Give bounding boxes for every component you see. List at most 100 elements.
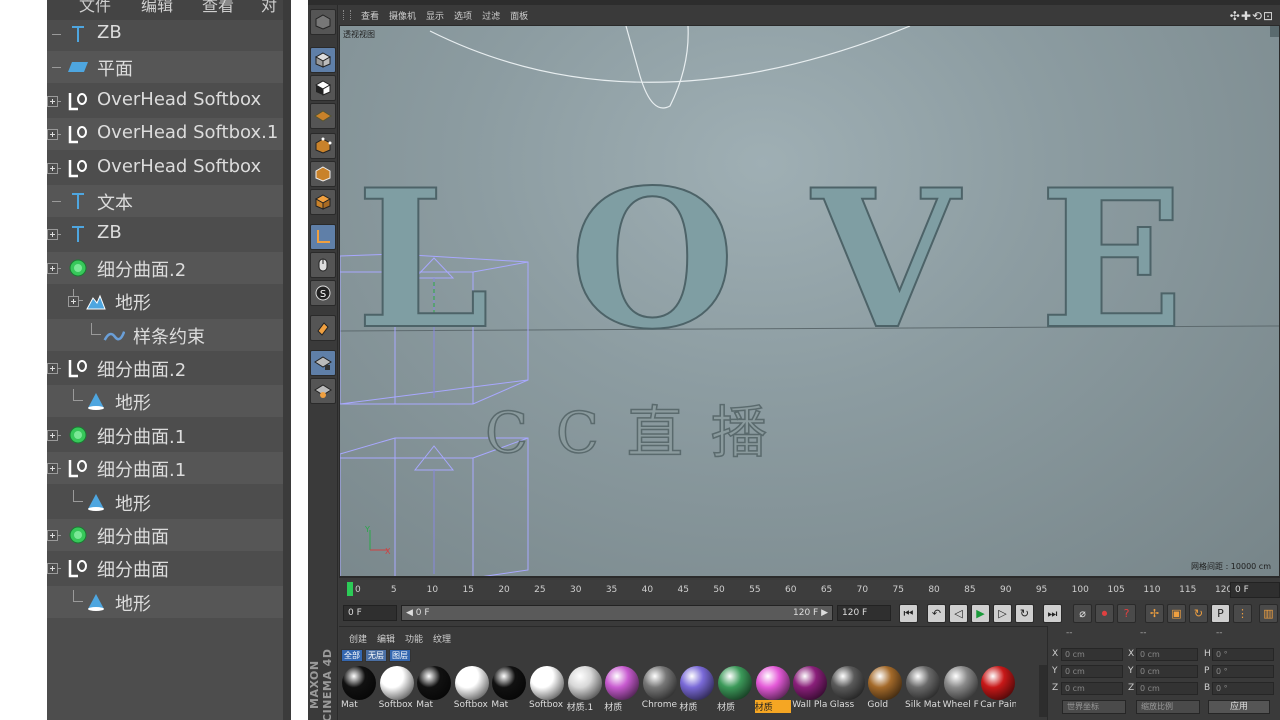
autokey-icon[interactable]: ? (1117, 604, 1136, 623)
key-scale-icon[interactable]: ▣ (1167, 604, 1186, 623)
previous-key-icon[interactable]: ↶ (927, 604, 946, 623)
object-row[interactable]: 细分曲面.1 (47, 452, 283, 485)
next-frame-icon[interactable]: ▷ (993, 604, 1012, 623)
expand-toggle-icon[interactable] (47, 429, 58, 441)
object-row[interactable]: 地形 (47, 486, 283, 518)
object-row[interactable]: 细分曲面 (47, 552, 283, 584)
cube-mode-icon[interactable] (310, 9, 336, 35)
axis-mode-icon[interactable] (310, 224, 336, 250)
material-menu-create[interactable]: 创建 (349, 632, 367, 645)
workplane-lock-icon[interactable] (310, 350, 336, 376)
expand-toggle-icon[interactable] (47, 363, 58, 374)
filter-no-layer[interactable]: 无层 (365, 649, 387, 662)
material-swatch[interactable]: Mat (416, 665, 452, 713)
tweak-mode-icon[interactable] (310, 252, 336, 278)
material-swatch[interactable]: 材质 (717, 665, 753, 713)
object-row[interactable]: 平面 (47, 51, 283, 84)
object-row[interactable]: 细分曲面 (47, 519, 283, 551)
object-row[interactable]: 细分曲面.2 (47, 352, 283, 384)
coordinate-value-field[interactable]: 0 cm (1061, 682, 1123, 695)
scale-mode-dropdown[interactable]: 缩放比例 (1136, 700, 1200, 714)
menu-edit[interactable]: 编辑 (141, 0, 173, 16)
material-swatch[interactable]: Gold (867, 665, 903, 713)
next-key-icon[interactable]: ↻ (1015, 604, 1034, 623)
material-swatch[interactable]: 材质 (679, 665, 715, 713)
material-menu-function[interactable]: 功能 (405, 632, 423, 645)
object-row[interactable]: 地形 (47, 285, 283, 317)
object-manager-scrollbar[interactable] (283, 0, 291, 720)
snap-icon[interactable]: S (310, 280, 336, 306)
key-rotation-icon[interactable]: ↻ (1189, 604, 1208, 623)
coordinate-value-field[interactable]: 0 ° (1212, 665, 1274, 678)
material-swatch[interactable]: 材质 (754, 665, 791, 713)
coordinate-value-field[interactable]: 0 cm (1136, 682, 1198, 695)
expand-toggle-icon[interactable] (47, 563, 58, 575)
coordinate-value-field[interactable]: 0 cm (1061, 648, 1123, 661)
key-pla-icon[interactable]: ⋮ (1233, 604, 1252, 623)
key-position-icon[interactable]: ✢ (1145, 604, 1164, 623)
motion-path-icon[interactable]: ⌀ (1073, 604, 1092, 623)
material-swatch[interactable]: Softbox (379, 665, 415, 713)
expand-toggle-icon[interactable] (47, 262, 58, 274)
expand-toggle-icon[interactable] (47, 95, 58, 107)
material-swatch[interactable]: Glass (830, 665, 866, 713)
material-swatch[interactable]: Chrome (642, 665, 678, 713)
expand-toggle-icon[interactable] (47, 463, 58, 475)
object-row[interactable]: 地形 (47, 585, 283, 618)
viewport-menu-camera[interactable]: 摄像机 (389, 9, 416, 22)
expand-toggle-icon[interactable] (68, 296, 79, 308)
material-swatch[interactable]: Wall Pla (792, 665, 828, 713)
material-swatch[interactable]: Mat (341, 665, 377, 713)
viewport-menu-filter[interactable]: 过滤 (482, 9, 500, 22)
object-row[interactable]: 文本 (47, 185, 283, 217)
timeline-cursor[interactable] (347, 582, 353, 596)
go-to-start-icon[interactable]: ⏮ (899, 604, 918, 623)
object-row[interactable]: 细分曲面.1 (47, 419, 283, 451)
object-row[interactable]: 地形 (47, 385, 283, 418)
expand-toggle-icon[interactable] (47, 162, 58, 174)
object-row[interactable]: OverHead Softbox.1 (47, 118, 283, 151)
object-row[interactable]: ZB (47, 218, 283, 250)
object-row[interactable]: 细分曲面.2 (47, 251, 283, 284)
material-menu-edit[interactable]: 编辑 (377, 632, 395, 645)
timeline[interactable]: 0 5 10 15 20 25 30 35 40 45 50 55 60 65 70 75 80 85 90 95 10… (339, 577, 1280, 601)
previous-frame-icon[interactable]: ◁ (949, 604, 968, 623)
material-swatch[interactable]: Softbox (454, 665, 490, 713)
material-swatch[interactable]: 材质.1 (567, 665, 603, 713)
material-swatch[interactable]: Silk Mat (905, 665, 941, 713)
coordinate-value-field[interactable]: 0 cm (1136, 648, 1198, 661)
material-swatch[interactable]: 材质 (604, 665, 640, 713)
object-row[interactable]: 样条约束 (47, 318, 283, 351)
object-row[interactable]: ZB (47, 18, 283, 50)
texture-mode-icon[interactable] (310, 75, 336, 101)
coordinate-system-dropdown[interactable]: 世界坐标 (1062, 700, 1126, 714)
frame-range-slider[interactable]: ◀ 0 F 120 F ▶ (401, 605, 833, 621)
planar-workplane-icon[interactable] (310, 378, 336, 404)
play-icon[interactable]: ▶ (971, 604, 990, 623)
object-row[interactable]: OverHead Softbox (47, 85, 283, 117)
magnet-icon[interactable] (310, 315, 336, 341)
material-scrollbar[interactable] (1039, 665, 1047, 717)
apply-button[interactable]: 应用 (1208, 700, 1270, 714)
coordinate-value-field[interactable]: 0 cm (1136, 665, 1198, 678)
record-icon[interactable]: ⏺ (1095, 604, 1114, 623)
material-swatch[interactable]: Softbox (529, 665, 565, 713)
expand-toggle-icon[interactable] (47, 530, 58, 541)
polygons-mode-icon[interactable] (310, 189, 336, 215)
material-swatch[interactable]: Car Pain (980, 665, 1016, 713)
material-swatch[interactable]: Wheel F (943, 665, 979, 713)
viewport-menu-display[interactable]: 显示 (426, 9, 444, 22)
material-swatch[interactable]: Mat (491, 665, 527, 713)
object-row[interactable]: OverHead Softbox (47, 152, 283, 184)
viewport-menu-options[interactable]: 选项 (454, 9, 472, 22)
menu-view[interactable]: 查看 (202, 0, 234, 16)
filter-layers[interactable]: 图层 (389, 649, 411, 662)
expand-toggle-icon[interactable] (47, 229, 58, 241)
timeline-window-icon[interactable]: ▥ (1259, 604, 1278, 623)
end-frame-field[interactable]: 120 F (837, 605, 891, 621)
points-mode-icon[interactable] (310, 133, 336, 159)
coordinate-value-field[interactable]: 0 cm (1061, 665, 1123, 678)
coordinate-value-field[interactable]: 0 ° (1212, 648, 1274, 661)
workplane-icon[interactable] (310, 103, 336, 129)
filter-all[interactable]: 全部 (341, 649, 363, 662)
